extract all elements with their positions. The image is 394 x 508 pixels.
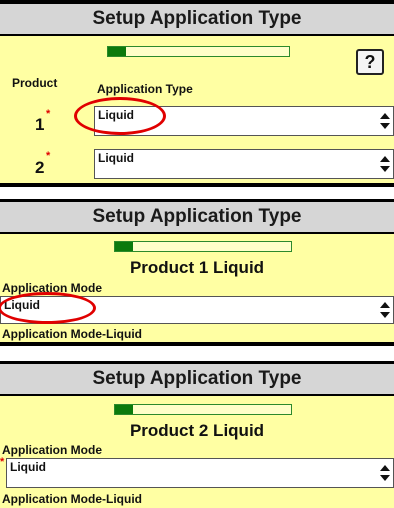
panel-body: ? Product Application Type 1 * Liquid 2 … bbox=[0, 36, 394, 183]
setup-panel-2: Setup Application Type Product 1 Liquid … bbox=[0, 199, 394, 346]
panel-body: Product 2 Liquid Application Mode * Liqu… bbox=[0, 396, 394, 508]
help-button[interactable]: ? bbox=[356, 49, 384, 75]
select-value: Liquid bbox=[98, 151, 134, 165]
product-column-header: Product bbox=[12, 76, 58, 90]
product-number: 1 bbox=[35, 115, 45, 134]
up-down-arrows-icon bbox=[380, 113, 391, 129]
up-down-arrows-icon bbox=[380, 465, 391, 481]
progress-bar bbox=[107, 46, 290, 57]
application-mode-footer: Application Mode-Liquid bbox=[2, 492, 142, 506]
highlight-circle bbox=[0, 292, 96, 324]
panel-body: Product 1 Liquid Application Mode Liquid… bbox=[0, 234, 394, 342]
setup-panel-3: Setup Application Type Product 2 Liquid … bbox=[0, 361, 394, 508]
application-mode-select[interactable]: Liquid bbox=[6, 458, 394, 488]
application-type-select-2[interactable]: Liquid bbox=[94, 149, 394, 179]
required-marker: * bbox=[0, 456, 5, 468]
panel-title: Setup Application Type bbox=[0, 364, 394, 394]
select-value: Liquid bbox=[10, 460, 46, 474]
required-marker: * bbox=[46, 108, 51, 120]
up-down-arrows-icon bbox=[380, 302, 391, 318]
required-marker: * bbox=[46, 150, 51, 162]
progress-bar bbox=[114, 241, 292, 252]
progress-fill bbox=[108, 47, 127, 56]
progress-fill bbox=[115, 405, 133, 414]
progress-fill bbox=[115, 242, 133, 251]
panel-title: Setup Application Type bbox=[0, 4, 394, 34]
product-number: 2 bbox=[35, 158, 45, 177]
setup-panel-1: Setup Application Type ? Product Applica… bbox=[0, 0, 394, 187]
progress-bar bbox=[114, 404, 292, 415]
application-mode-footer: Application Mode-Liquid bbox=[2, 327, 142, 341]
product-heading: Product 2 Liquid bbox=[129, 421, 265, 440]
highlight-circle bbox=[74, 97, 166, 135]
product-heading: Product 1 Liquid bbox=[129, 258, 265, 277]
application-type-column-header: Application Type bbox=[97, 82, 193, 96]
application-mode-label: Application Mode bbox=[2, 443, 102, 457]
up-down-arrows-icon bbox=[380, 156, 391, 172]
panel-title: Setup Application Type bbox=[0, 202, 394, 232]
